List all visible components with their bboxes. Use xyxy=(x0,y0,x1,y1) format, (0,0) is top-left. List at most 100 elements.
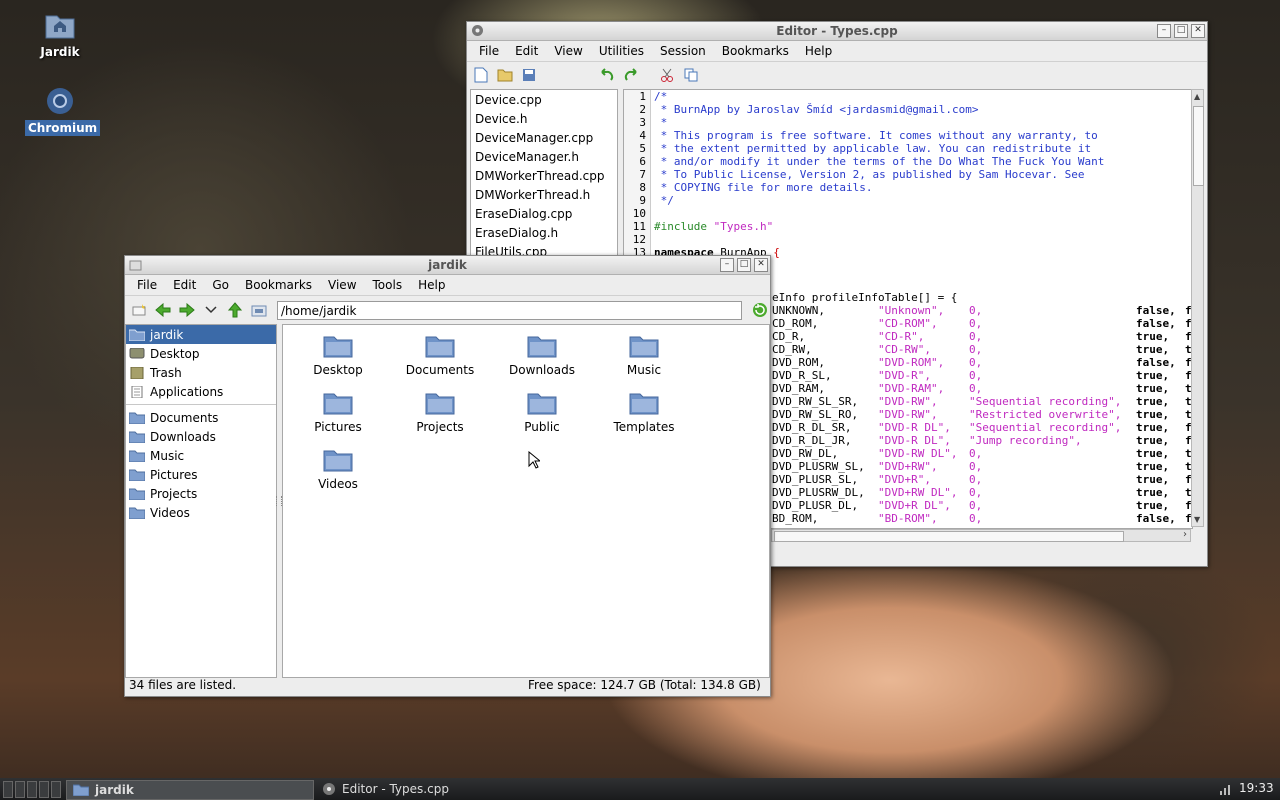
folder-item-label: Videos xyxy=(318,477,358,491)
editor-file-list: Device.cpp Device.h DeviceManager.cpp De… xyxy=(470,89,618,261)
folder-item-pictures[interactable]: Pictures xyxy=(288,390,388,434)
minimize-button[interactable]: – xyxy=(720,258,734,272)
file-list-item[interactable]: EraseDialog.h xyxy=(471,223,617,242)
file-list-item[interactable]: Device.cpp xyxy=(471,90,617,109)
scroll-down-icon[interactable]: ▼ xyxy=(1194,515,1200,524)
menu-help[interactable]: Help xyxy=(410,278,453,292)
menu-file[interactable]: File xyxy=(129,278,165,292)
maximize-button[interactable]: □ xyxy=(737,258,751,272)
table-cell-name: BD_ROM, xyxy=(772,512,819,525)
scrollbar-thumb[interactable] xyxy=(1193,106,1204,186)
close-button[interactable]: ✕ xyxy=(1191,24,1205,38)
table-cell-string: "DVD-R DL", xyxy=(878,421,951,434)
table-cell-name: UNKNOWN, xyxy=(772,304,825,317)
go-refresh-icon[interactable] xyxy=(750,300,770,320)
new-file-icon[interactable] xyxy=(471,65,491,85)
sidebar-item-projects[interactable]: Projects xyxy=(126,484,276,503)
sidebar-item-jardik[interactable]: jardik xyxy=(126,325,276,344)
workspace-3[interactable] xyxy=(27,781,37,798)
file-list-item[interactable]: DeviceManager.h xyxy=(471,147,617,166)
table-cell-bool: false, xyxy=(1136,512,1176,525)
new-tab-icon[interactable] xyxy=(129,300,149,320)
file-list-item[interactable]: EraseDialog.cpp xyxy=(471,204,617,223)
folder-view[interactable]: Desktop Documents Downloads Music Pictures Pr… xyxy=(282,324,770,678)
folder-item-documents[interactable]: Documents xyxy=(390,333,490,377)
editor-toolbar xyxy=(467,62,1207,88)
workspace-1[interactable] xyxy=(3,781,13,798)
undo-icon[interactable] xyxy=(597,65,617,85)
sidebar-item-pictures[interactable]: Pictures xyxy=(126,465,276,484)
sidebar-item-desktop[interactable]: Desktop xyxy=(126,344,276,363)
sidebar-item-applications[interactable]: Applications xyxy=(126,382,276,401)
home-icon xyxy=(129,329,145,341)
sidebar-item-downloads[interactable]: Downloads xyxy=(126,427,276,446)
folder-item-desktop[interactable]: Desktop xyxy=(288,333,388,377)
folder-item-music[interactable]: Music xyxy=(594,333,694,377)
sidebar-item-music[interactable]: Music xyxy=(126,446,276,465)
file-list-item[interactable]: DeviceManager.cpp xyxy=(471,128,617,147)
menu-bookmarks[interactable]: Bookmarks xyxy=(237,278,320,292)
history-dropdown-icon[interactable] xyxy=(201,300,221,320)
menu-view[interactable]: View xyxy=(546,44,590,58)
location-input[interactable]: /home/jardik xyxy=(277,300,742,320)
table-cell-bool: false, xyxy=(1136,317,1176,330)
table-cell-number: 0, xyxy=(969,460,983,473)
file-list-item[interactable]: DMWorkerThread.h xyxy=(471,185,617,204)
scroll-up-icon[interactable]: ▲ xyxy=(1194,92,1200,101)
menu-session[interactable]: Session xyxy=(652,44,714,58)
line-number: 5 xyxy=(639,142,646,155)
menu-tools[interactable]: Tools xyxy=(365,278,411,292)
back-icon[interactable] xyxy=(153,300,173,320)
file-list-item[interactable]: DMWorkerThread.cpp xyxy=(471,166,617,185)
up-icon[interactable] xyxy=(225,300,245,320)
sidebar-item-label: Downloads xyxy=(150,429,216,444)
close-button[interactable]: ✕ xyxy=(754,258,768,272)
menu-go[interactable]: Go xyxy=(204,278,237,292)
menu-edit[interactable]: Edit xyxy=(507,44,546,58)
minimize-button[interactable]: – xyxy=(1157,24,1171,38)
taskbar-task-editor[interactable]: Editor - Types.cpp xyxy=(316,780,562,798)
cut-icon[interactable] xyxy=(657,65,677,85)
clock[interactable]: 19:33 xyxy=(1239,781,1274,795)
menu-help[interactable]: Help xyxy=(797,44,840,58)
workspace-5[interactable] xyxy=(51,781,61,798)
sidebar-item-videos[interactable]: Videos xyxy=(126,503,276,522)
menu-utilities[interactable]: Utilities xyxy=(591,44,652,58)
menu-edit[interactable]: Edit xyxy=(165,278,204,292)
editor-titlebar[interactable]: Editor - Types.cpp – □ ✕ xyxy=(467,22,1207,41)
maximize-button[interactable]: □ xyxy=(1174,24,1188,38)
open-file-icon[interactable] xyxy=(495,65,515,85)
horizontal-scrollbar[interactable]: › xyxy=(771,529,1191,542)
sidebar-item-documents[interactable]: Documents xyxy=(126,408,276,427)
home-icon[interactable] xyxy=(249,300,269,320)
folder-item-public[interactable]: Public xyxy=(492,390,592,434)
workspace-2[interactable] xyxy=(15,781,25,798)
folder-item-downloads[interactable]: Downloads xyxy=(492,333,592,377)
menu-bookmarks[interactable]: Bookmarks xyxy=(714,44,797,58)
menu-file[interactable]: File xyxy=(471,44,507,58)
folder-item-projects[interactable]: Projects xyxy=(390,390,490,434)
file-list-item[interactable]: Device.h xyxy=(471,109,617,128)
redo-icon[interactable] xyxy=(621,65,641,85)
taskbar-task-file-manager[interactable]: jardik xyxy=(66,780,314,800)
scroll-right-icon[interactable]: › xyxy=(1183,529,1187,540)
copy-icon[interactable] xyxy=(681,65,701,85)
code-line: */ xyxy=(654,194,674,207)
file-manager-titlebar[interactable]: jardik – □ ✕ xyxy=(125,256,770,275)
scrollbar-thumb[interactable] xyxy=(774,531,1124,542)
workspace-4[interactable] xyxy=(39,781,49,798)
folder-item-templates[interactable]: Templates xyxy=(594,390,694,434)
file-manager-toolbar: /home/jardik xyxy=(125,296,770,324)
forward-icon[interactable] xyxy=(177,300,197,320)
window-title: jardik xyxy=(428,258,467,272)
save-file-icon[interactable] xyxy=(519,65,539,85)
desktop-icon-jardik[interactable]: Jardik xyxy=(25,10,95,60)
sidebar-item-trash[interactable]: Trash xyxy=(126,363,276,382)
folder-item-videos[interactable]: Videos xyxy=(288,447,388,491)
desktop-icon-chromium[interactable]: Chromium xyxy=(25,86,101,136)
network-signal-icon[interactable] xyxy=(1219,783,1233,795)
table-cell-name: DVD_R_DL_JR, xyxy=(772,434,852,447)
menu-view[interactable]: View xyxy=(320,278,364,292)
vertical-scrollbar[interactable]: ▲ ▼ xyxy=(1191,89,1204,527)
table-cell-name: DVD_ROM, xyxy=(772,356,825,369)
